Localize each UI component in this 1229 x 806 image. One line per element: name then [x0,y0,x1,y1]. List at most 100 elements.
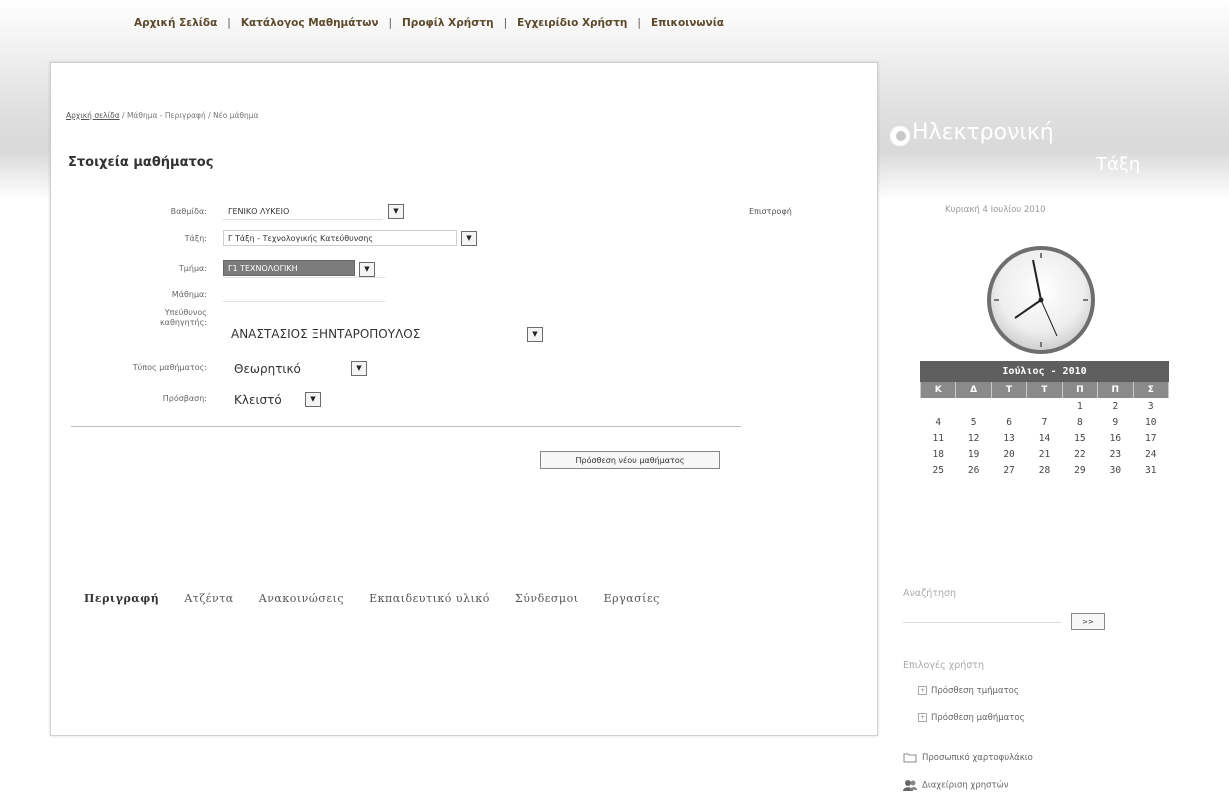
section-label: Τμήμα: [178,264,207,273]
logo-icon [890,126,910,146]
chevron-down-icon[interactable]: ▼ [388,204,404,219]
calendar-day[interactable]: 8 [1062,414,1097,430]
back-link[interactable]: Επιστροφή [749,207,792,216]
search-button[interactable]: >> [1071,613,1105,630]
calendar-day[interactable]: 13 [991,430,1026,446]
page-title: Στοιχεία μαθήματος [68,155,214,170]
calendar-day[interactable]: 22 [1062,446,1097,462]
grade-select[interactable]: Γ Τάξη - Τεχνολογικής Κατεύθυνσης [223,230,457,246]
add-course-link[interactable]: + Πρόσθεση μαθήματος [918,713,1025,723]
search-input[interactable] [903,608,1061,623]
site-logo: Ηλεκτρονική Τάξη [890,120,1210,190]
nav-contact[interactable]: Επικοινωνία [651,17,724,29]
calendar-day[interactable]: 30 [1098,462,1133,478]
calendar-day[interactable]: 2 [1098,398,1133,414]
calendar-day[interactable]: 21 [1027,446,1062,462]
weekday-header: Κ [919,382,957,398]
user-options-title: Επιλογές χρήστη [903,660,985,671]
calendar-day[interactable]: 10 [1133,414,1168,430]
calendar-day[interactable]: 29 [1062,462,1097,478]
tab-links[interactable]: Σύνδεσμοι [515,592,579,605]
breadcrumb-section: Μάθημα - Περιγραφή [126,111,206,120]
weekday-header: Σ [1132,382,1170,398]
plus-box-icon: + [918,713,927,722]
calendar-day[interactable] [991,398,1026,414]
calendar-day[interactable]: 4 [921,414,956,430]
calendar-day[interactable] [956,398,991,414]
chevron-down-icon[interactable]: ▼ [305,392,321,407]
calendar-day[interactable]: 16 [1098,430,1133,446]
logo-line2: Τάξη [1096,154,1141,175]
calendar-day[interactable]: 26 [956,462,991,478]
nav-separator: | [503,17,508,29]
weekday-header: Π [1097,382,1134,398]
nav-user-manual[interactable]: Εγχειρίδιο Χρήστη [517,17,627,29]
calendar-day[interactable]: 27 [991,462,1026,478]
logo-line1: Ηλεκτρονική [912,120,1054,145]
access-select[interactable]: Κλειστό [229,389,301,409]
calendar-day[interactable]: 15 [1062,430,1097,446]
section-select[interactable]: Γ1 ΤΕΧΝΟΛΟΓΙΚΗ [223,260,355,276]
top-navigation: Αρχική Σελίδα | Κατάλογος Μαθημάτων | Προφίλ… [134,17,724,29]
portfolio-label: Προσωπικό χαρτοφυλάκιο [922,753,1033,763]
calendar-day[interactable]: 19 [956,446,991,462]
calendar-day[interactable]: 23 [1098,446,1133,462]
chevron-down-icon[interactable]: ▼ [461,231,477,246]
weekday-header: Π [1061,382,1099,398]
course-type-select[interactable]: Θεωρητικό [229,358,347,378]
calendar-day[interactable]: 24 [1133,446,1168,462]
manage-users-link[interactable]: Διαχείριση χρηστών [903,779,1009,791]
chevron-down-icon[interactable]: ▼ [527,327,543,342]
calendar-day[interactable] [921,398,956,414]
nav-course-catalog[interactable]: Κατάλογος Μαθημάτων [241,17,379,29]
tab-announcements[interactable]: Ανακοινώσεις [259,592,344,605]
nav-home[interactable]: Αρχική Σελίδα [134,17,217,29]
calendar-day[interactable]: 11 [921,430,956,446]
calendar-day[interactable]: 12 [956,430,991,446]
weekday-header: Τ [1026,382,1063,398]
course-type-label: Τύπος μαθήματος: [132,363,207,372]
tab-description[interactable]: Περιγραφή [84,592,159,605]
plus-box-icon: + [918,686,927,695]
calendar-day[interactable]: 5 [956,414,991,430]
calendar-day[interactable]: 1 [1062,398,1097,414]
nav-separator: | [637,17,641,29]
nav-separator: | [388,17,393,29]
access-label: Πρόσβαση: [162,394,207,403]
chevron-down-icon[interactable]: ▼ [359,262,375,277]
calendar-day[interactable]: 9 [1098,414,1133,430]
calendar-day[interactable]: 6 [991,414,1026,430]
calendar-day[interactable] [1027,398,1062,414]
add-course-button[interactable]: Πρόσθεση νέου μαθήματος [540,451,720,469]
nav-separator: | [227,17,231,29]
tab-agenda[interactable]: Ατζέντα [184,592,233,605]
calendar: Ιούλιος - 2010 Κ Δ Τ Τ Π Π Σ 1 2 3 4 5 6… [919,361,1170,478]
tab-assignments[interactable]: Εργασίες [604,592,660,605]
portfolio-link[interactable]: Προσωπικό χαρτοφυλάκιο [903,752,1033,763]
course-field[interactable] [223,301,385,302]
calendar-day[interactable]: 28 [1027,462,1062,478]
breadcrumb-home[interactable]: Αρχική σελίδα [66,111,120,120]
add-class-link[interactable]: + Πρόσθεση τμήματος [918,686,1019,696]
add-class-label: Πρόσθεση τμήματος [931,686,1019,696]
tab-educational-material[interactable]: Εκπαιδευτικό υλικό [369,592,490,605]
add-course-label: Πρόσθεση μαθήματος [931,713,1025,723]
calendar-day[interactable]: 25 [921,462,956,478]
level-select[interactable]: ΓΕΝΙΚΟ ΛΥΚΕΙΟ [223,203,383,219]
calendar-day[interactable]: 18 [921,446,956,462]
calendar-day[interactable]: 3 [1133,398,1168,414]
level-label: Βαθμίδα: [170,207,207,216]
calendar-day[interactable]: 7 [1027,414,1062,430]
calendar-day[interactable]: 14 [1027,430,1062,446]
chevron-down-icon[interactable]: ▼ [351,361,367,376]
main-panel: Αρχική σελίδα / Μάθημα - Περιγραφή / Νέο… [50,62,878,736]
search-label: Αναζήτηση [903,588,957,599]
course-label: Μάθημα: [171,290,207,299]
teacher-select[interactable]: ΑΝΑΣΤΑΣΙΟΣ ΞΗΝΤΑΡΟΠΟΥΛΟΣ [226,323,526,343]
calendar-day[interactable]: 17 [1133,430,1168,446]
calendar-day[interactable]: 31 [1133,462,1168,478]
calendar-day[interactable]: 20 [991,446,1026,462]
nav-user-profile[interactable]: Προφίλ Χρήστη [402,17,494,29]
clock-icon [987,246,1095,354]
users-icon [903,780,917,791]
